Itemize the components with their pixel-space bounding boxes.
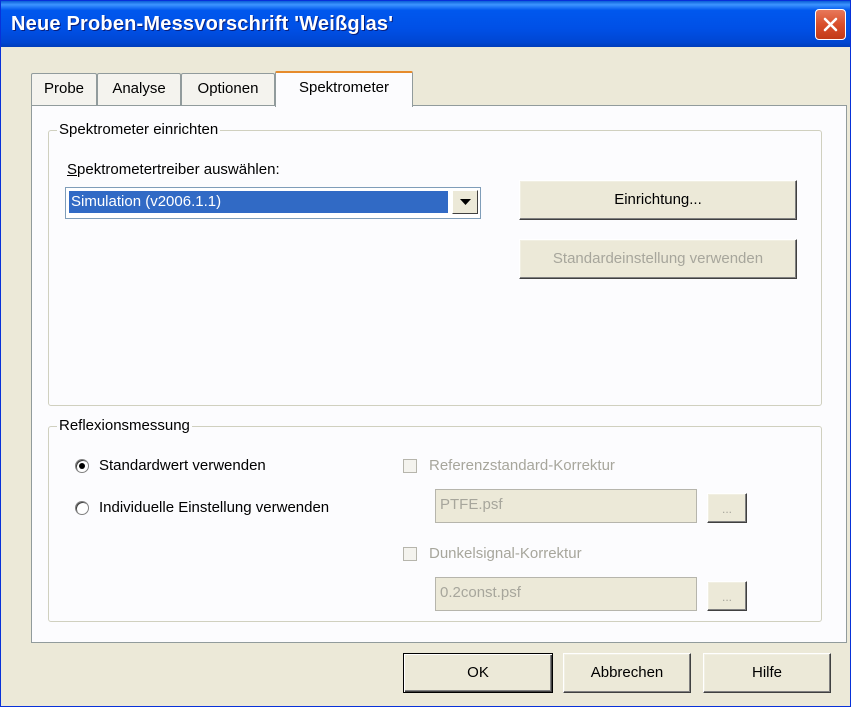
driver-label: Spektrometertreiber auswählen: [67,161,280,178]
group-title: Spektrometer einrichten [57,121,221,139]
ok-button[interactable]: OK [403,653,553,693]
dropdown-button[interactable] [452,190,478,214]
radio-individual-label[interactable]: Individuelle Einstellung verwenden [99,499,329,517]
close-icon [823,17,838,32]
cancel-button[interactable]: Abbrechen [563,653,691,693]
radio-selected-dot [79,463,85,469]
window-title: Neue Proben-Messvorschrift 'Weißglas' [11,13,394,35]
ref-file-field: PTFE.psf [435,489,697,523]
chevron-down-icon [460,199,471,205]
ref-correction-checkbox [403,459,417,473]
group-title: Reflexionsmessung [57,417,192,435]
reflexion-group: Reflexionsmessung Standardwert verwenden… [48,417,822,622]
close-button[interactable] [815,9,846,40]
tab-label: Optionen [197,80,259,97]
ref-correction-label: Referenzstandard-Korrektur [429,457,615,474]
ok-button-label: OK [467,664,489,681]
dark-browse-button: ... [707,581,747,611]
setup-button[interactable]: Einrichtung... [519,180,797,220]
driver-label-rest: pektrometertreiber auswählen: [77,161,280,178]
tab-optionen[interactable]: Optionen [181,73,275,105]
setup-button-label: Einrichtung... [614,191,702,208]
radio-standard[interactable] [75,459,89,473]
dark-file-field: 0.2const.psf [435,577,697,611]
radio-individual[interactable] [75,501,89,515]
cancel-button-label: Abbrechen [590,664,664,681]
tab-spektrometer[interactable]: Spektrometer [275,71,413,107]
driver-select[interactable]: Simulation (v2006.1.1) [65,187,481,219]
tab-label: Spektrometer [298,79,390,96]
default-settings-button-label: Standardeinstellung verwenden [552,250,764,267]
tab-label: Probe [43,80,85,97]
title-bar[interactable]: Neue Proben-Messvorschrift 'Weißglas' [1,1,850,47]
default-settings-button: Standardeinstellung verwenden [519,239,797,279]
help-button[interactable]: Hilfe [703,653,831,693]
spektrometer-group: Spektrometer einrichten Spektrometertrei… [48,121,822,406]
radio-standard-label[interactable]: Standardwert verwenden [99,457,266,475]
dark-correction-checkbox [403,547,417,561]
ref-browse-button: ... [707,493,747,523]
dark-correction-label: Dunkelsignal-Korrektur [429,545,582,562]
tab-label: Analyse [112,80,166,97]
tab-analyse[interactable]: Analyse [97,73,181,105]
tab-panel-spektrometer: Spektrometer einrichten Spektrometertrei… [31,105,847,643]
tab-probe[interactable]: Probe [31,73,97,105]
help-button-label: Hilfe [751,664,782,681]
dialog-window: Neue Proben-Messvorschrift 'Weißglas' Pr… [0,0,851,707]
driver-select-value: Simulation (v2006.1.1) [68,190,449,214]
